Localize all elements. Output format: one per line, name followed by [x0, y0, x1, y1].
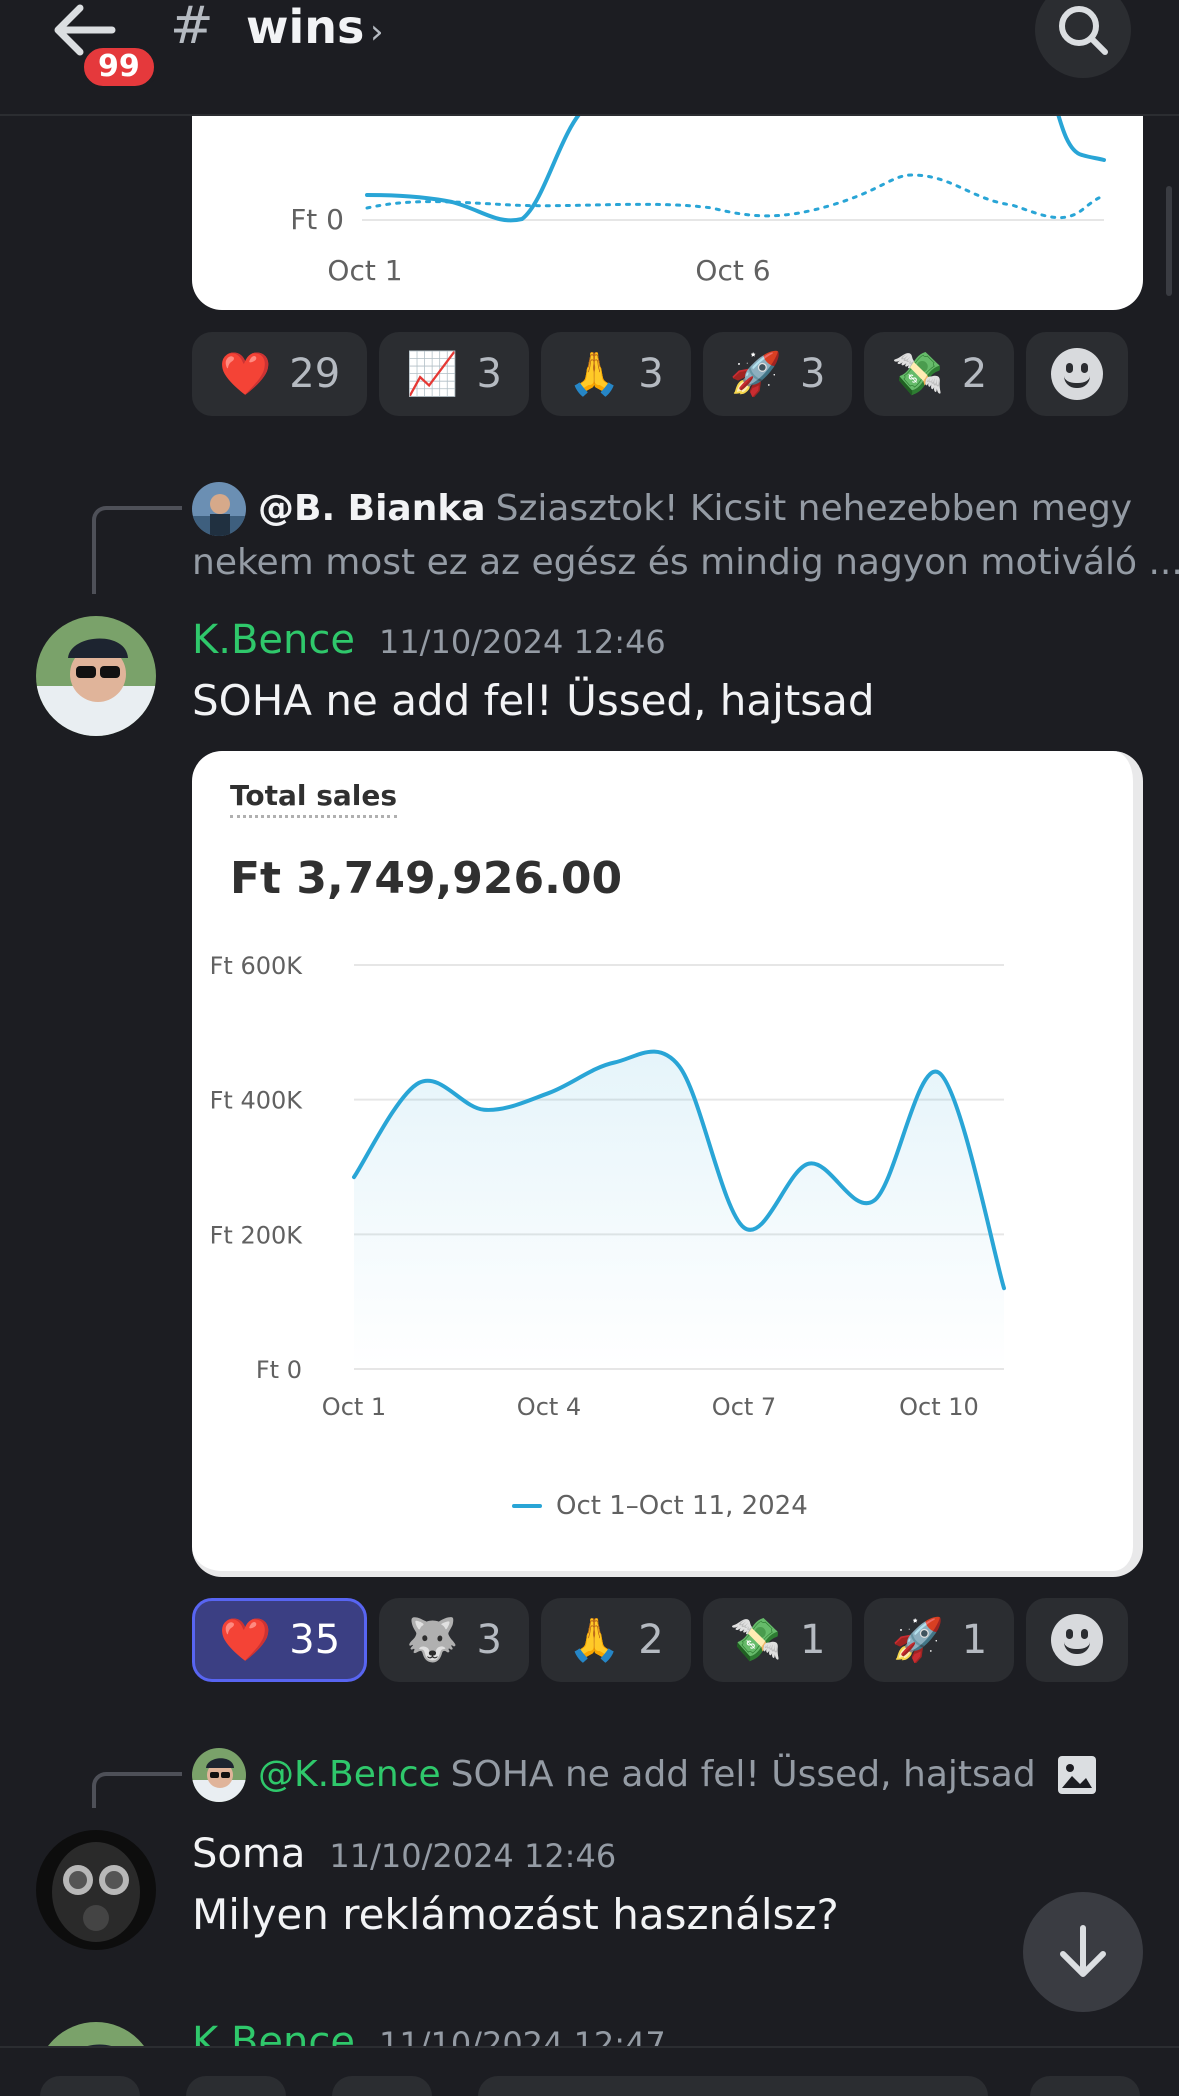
author-name[interactable]: Soma	[192, 1831, 305, 1877]
jump-to-bottom-button[interactable]	[1023, 1892, 1143, 2012]
x-tick-label: Oct 1	[327, 254, 402, 287]
add-reaction-button[interactable]	[1026, 332, 1129, 416]
y-tick-label: Ft 600K	[210, 952, 304, 980]
message-input[interactable]	[478, 2076, 988, 2096]
attached-chart-image[interactable]: Total sales Ft 3,749,926.00 Ft 0 Ft 200K F…	[192, 751, 1143, 1577]
reactions-row: ❤️ 35 🐺 3 🙏 2 💸 1 🚀 1	[192, 1598, 1129, 1682]
avatar[interactable]	[36, 616, 156, 736]
reaction-count: 2	[638, 1617, 664, 1663]
timestamp: 11/10/2024 12:46	[378, 623, 666, 661]
reaction-wolf[interactable]: 🐺 3	[379, 1598, 529, 1682]
reaction-count: 3	[800, 351, 826, 397]
image-icon	[1058, 1756, 1096, 1794]
message-header: K.Bence 11/10/2024 12:46	[192, 620, 666, 660]
reply-connector	[92, 506, 182, 594]
reply-snippet: SOHA ne add fel! Üssed, hajtsad	[450, 1754, 1036, 1795]
reaction-count: 3	[638, 351, 664, 397]
heart-icon: ❤️	[219, 1615, 272, 1664]
hash-icon: #	[170, 0, 214, 56]
reaction-rocket[interactable]: 🚀 1	[864, 1598, 1015, 1682]
toolbar-button[interactable]	[332, 2076, 432, 2096]
toolbar-button[interactable]	[40, 2076, 140, 2096]
money-with-wings-icon: 💸	[891, 349, 944, 398]
reaction-money[interactable]: 💸 1	[702, 1598, 853, 1682]
reaction-count: 2	[961, 351, 988, 397]
channel-title[interactable]: wins	[246, 4, 364, 50]
search-icon	[1059, 6, 1108, 55]
reaction-heart[interactable]: ❤️ 35	[192, 1598, 368, 1682]
scrollbar[interactable]	[1166, 186, 1172, 296]
wolf-icon: 🐺	[406, 1615, 459, 1664]
legend-swatch	[512, 1504, 542, 1508]
channel-header: 99 # wins ›	[0, 0, 1179, 116]
reactions-row: ❤️ 29 📈 3 🙏 3 🚀 3 💸 2	[192, 332, 1129, 416]
message-text: Milyen reklámozást használsz?	[192, 1890, 839, 1939]
chevron-right-icon[interactable]: ›	[370, 12, 384, 52]
reply-snippet: Sziasztok! Kicsit nehezebben megy	[495, 488, 1133, 529]
x-tick-label: Oct 6	[695, 254, 770, 287]
message-header: Soma 11/10/2024 12:46	[192, 1834, 616, 1874]
avatar[interactable]	[192, 1748, 246, 1802]
reaction-rocket[interactable]: 🚀 3	[702, 332, 853, 416]
folded-hands-icon: 🙏	[567, 349, 621, 398]
y-tick-label: Ft 0	[290, 203, 344, 236]
reaction-pray[interactable]: 🙏 3	[540, 332, 691, 416]
chart-increasing-icon: 📈	[406, 349, 459, 398]
timestamp: 11/10/2024 12:46	[329, 1837, 617, 1875]
reaction-count: 29	[289, 351, 341, 397]
reply-author[interactable]: @K.Bence	[258, 1754, 441, 1795]
reaction-count: 3	[476, 1617, 502, 1663]
heart-icon: ❤️	[219, 349, 272, 398]
reaction-count: 1	[800, 1617, 826, 1663]
unread-badge: 99	[80, 44, 158, 90]
timestamp: 11/10/2024 12:47	[378, 2025, 666, 2046]
message-partial: K.Bence 11/10/2024 12:47	[0, 2000, 1179, 2046]
author-name[interactable]: K.Bence	[192, 2019, 355, 2046]
x-tick-label: Oct 10	[899, 1393, 979, 1421]
message-text: SOHA ne add fel! Üssed, hajtsad	[192, 676, 875, 725]
reaction-count: 35	[289, 1617, 341, 1663]
reaction-chart[interactable]: 📈 3	[379, 332, 529, 416]
x-tick-label: Oct 4	[517, 1393, 581, 1421]
x-tick-label: Oct 1	[322, 1393, 386, 1421]
author-name[interactable]: K.Bence	[192, 617, 355, 663]
sales-line-chart: Ft 0 Ft 200K Ft 400K Ft 600K Oct 1 Oct 4 Oct 7…	[210, 952, 1006, 1421]
folded-hands-icon: 🙏	[567, 1615, 621, 1664]
rocket-icon: 🚀	[891, 1615, 944, 1664]
add-reaction-button[interactable]	[1026, 1598, 1129, 1682]
y-tick-label: Ft 0	[256, 1356, 302, 1384]
reaction-money[interactable]: 💸 2	[864, 332, 1015, 416]
avatar[interactable]	[192, 482, 246, 536]
x-tick-label: Oct 7	[712, 1393, 776, 1421]
smiley-icon	[1051, 1614, 1104, 1666]
rocket-icon: 🚀	[729, 349, 782, 398]
reaction-pray[interactable]: 🙏 2	[540, 1598, 691, 1682]
toolbar-button[interactable]	[1030, 2076, 1140, 2096]
avatar[interactable]	[36, 2022, 156, 2046]
arrow-down-icon	[1060, 1925, 1106, 1977]
reply-preview[interactable]: @K.Bence SOHA ne add fel! Üssed, hajtsad	[258, 1748, 1036, 1802]
reply-author[interactable]: @B. Bianka	[258, 488, 486, 529]
chart-legend: Oct 1–Oct 11, 2024	[512, 1491, 808, 1521]
y-tick-label: Ft 200K	[210, 1221, 304, 1249]
reaction-count: 1	[961, 1617, 988, 1663]
search-button[interactable]	[1035, 0, 1131, 78]
reaction-count: 3	[476, 351, 502, 397]
message-header: K.Bence 11/10/2024 12:47	[192, 2022, 666, 2046]
money-with-wings-icon: 💸	[729, 1615, 782, 1664]
reply-preview[interactable]: @B. Bianka Sziasztok! Kicsit nehezebben m…	[258, 482, 1132, 536]
smiley-icon	[1051, 348, 1104, 400]
reply-preview-line2: nekem most ez az egész és mindig nagyon …	[192, 542, 1179, 583]
y-tick-label: Ft 400K	[210, 1087, 304, 1115]
avatar[interactable]	[36, 1830, 156, 1950]
toolbar-button[interactable]	[186, 2076, 286, 2096]
legend-label: Oct 1–Oct 11, 2024	[556, 1491, 808, 1521]
reply-connector	[92, 1772, 182, 1808]
reaction-heart[interactable]: ❤️ 29	[192, 332, 368, 416]
